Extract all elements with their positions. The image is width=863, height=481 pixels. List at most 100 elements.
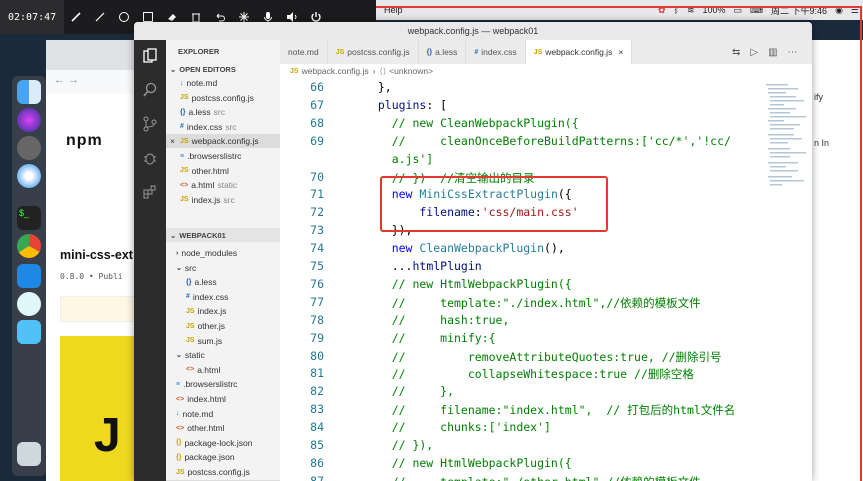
tree-item[interactable]: ⌄ static bbox=[166, 348, 280, 362]
editor-tab[interactable]: JS postcss.config.js bbox=[328, 40, 419, 64]
pen-icon[interactable] bbox=[65, 6, 87, 28]
code-line[interactable]: // chunks:['index'] bbox=[364, 420, 551, 434]
code-line[interactable]: // }, bbox=[364, 384, 454, 398]
menubar-clock[interactable]: 周二 下午9:46 bbox=[771, 4, 827, 17]
tree-item[interactable]: JS postcss.config.js bbox=[166, 465, 280, 479]
chrome-icon[interactable] bbox=[17, 234, 41, 258]
code-token: // minify:{ bbox=[364, 330, 496, 345]
open-editor-item[interactable]: JS postcss.config.js bbox=[166, 91, 280, 105]
code-line[interactable]: // new CleanWebpackPlugin({ bbox=[364, 116, 579, 130]
search-icon[interactable] bbox=[140, 80, 160, 100]
bluetooth-icon[interactable]: ᛒ bbox=[674, 5, 679, 15]
tree-item[interactable]: ≡ .browserslistrc bbox=[166, 377, 280, 391]
open-editors-header[interactable]: ⌄ OPEN EDITORS bbox=[166, 62, 280, 76]
code-line[interactable]: new CleanWebpackPlugin(), bbox=[364, 241, 565, 255]
source-control-icon[interactable] bbox=[140, 114, 160, 134]
open-editor-item[interactable]: JS index.js src bbox=[166, 193, 280, 207]
split-editor-icon[interactable]: ▥ bbox=[768, 47, 777, 58]
code-line[interactable]: // }), bbox=[364, 438, 434, 452]
help-menu[interactable]: Help bbox=[384, 5, 403, 15]
wifi-icon[interactable]: ≋ bbox=[687, 5, 695, 16]
tree-item[interactable]: {} package.json bbox=[166, 450, 280, 464]
tree-item[interactable]: JS other.js bbox=[166, 319, 280, 333]
siri-icon[interactable]: ◉ bbox=[835, 5, 843, 16]
code-line[interactable]: // hash:true, bbox=[364, 313, 510, 327]
launchpad-icon[interactable] bbox=[17, 136, 41, 160]
open-editor-item[interactable]: ↓ note.md bbox=[166, 76, 280, 90]
code-line[interactable]: // template:"./other.html",//依赖的模板文件 bbox=[364, 474, 701, 481]
code-token: (), bbox=[544, 241, 565, 256]
code-line[interactable]: // filename:"index.html", // 打包后的html文件名 bbox=[364, 402, 736, 418]
extensions-icon[interactable] bbox=[140, 182, 160, 202]
tree-item[interactable]: <> other.html bbox=[166, 421, 280, 435]
open-editor-item[interactable]: JS other.html bbox=[166, 164, 280, 178]
open-editor-label: index.js bbox=[191, 194, 221, 205]
code-line[interactable]: // new HtmlWebpackPlugin({ bbox=[364, 277, 572, 291]
debug-icon[interactable] bbox=[140, 148, 160, 168]
editor-tab[interactable]: # index.css bbox=[466, 40, 526, 64]
input-method-icon[interactable]: ⌨ bbox=[750, 5, 763, 16]
sign-in-link[interactable]: n In bbox=[814, 138, 829, 148]
code-line[interactable]: // template:"./index.html",//依赖的模板文件 bbox=[364, 295, 701, 311]
vscode-icon[interactable] bbox=[17, 264, 41, 288]
tree-item[interactable]: JS sum.js bbox=[166, 334, 280, 348]
status-icon[interactable]: ✿ bbox=[658, 5, 666, 16]
code-line[interactable]: // minify:{ bbox=[364, 331, 496, 345]
trash-app-icon[interactable] bbox=[17, 442, 41, 466]
finder-icon[interactable] bbox=[17, 80, 41, 104]
editor-tab[interactable]: JS webpack.config.js × bbox=[525, 40, 633, 64]
code-editor[interactable]: 66 }, 67 plugins: [68 // new CleanWebpack… bbox=[280, 78, 812, 481]
tree-item[interactable]: {} a.less bbox=[166, 275, 280, 289]
breadcrumb-file[interactable]: webpack.config.js bbox=[302, 66, 369, 76]
open-editor-item[interactable]: # index.css src bbox=[166, 120, 280, 134]
breadcrumb-symbol[interactable]: <unknown> bbox=[389, 66, 433, 76]
code-line[interactable]: }, bbox=[364, 80, 392, 94]
open-editor-item[interactable]: <> a.html static bbox=[166, 178, 280, 192]
siri-app-icon[interactable] bbox=[17, 108, 41, 132]
js-file-icon: JS bbox=[180, 94, 189, 102]
npm-logo: npm bbox=[66, 132, 103, 149]
app-icon[interactable] bbox=[17, 292, 41, 316]
open-editor-item[interactable]: × JS webpack.config.js bbox=[166, 134, 280, 149]
tree-item[interactable]: {} package-lock.json bbox=[166, 436, 280, 450]
close-icon[interactable]: × bbox=[170, 136, 175, 146]
js-file-icon: JS bbox=[180, 196, 189, 204]
tree-item[interactable]: ↓ note.md bbox=[166, 407, 280, 421]
code-line[interactable]: // removeAttributeQuotes:true, //删除引号 bbox=[364, 349, 722, 365]
code-line[interactable]: a.js'] bbox=[364, 152, 434, 166]
tree-item[interactable]: <> index.html bbox=[166, 392, 280, 406]
code-line[interactable]: plugins: [ bbox=[364, 98, 447, 112]
css-file-icon: # bbox=[180, 123, 184, 131]
project-header[interactable]: ⌄ WEBPACK01 bbox=[166, 228, 280, 242]
code-line[interactable]: ...htmlPlugin bbox=[364, 259, 482, 273]
tree-item[interactable]: › node_modules bbox=[166, 246, 280, 260]
tree-item[interactable]: # index.css bbox=[166, 290, 280, 304]
explorer-icon[interactable] bbox=[140, 46, 160, 66]
video-app-icon[interactable] bbox=[17, 320, 41, 344]
browser-nav-arrows[interactable]: ← → bbox=[46, 70, 143, 94]
code-line[interactable]: // new HtmlWebpackPlugin({ bbox=[364, 456, 572, 470]
close-tab-icon[interactable]: × bbox=[618, 47, 623, 57]
terminal-icon[interactable]: $_ bbox=[17, 206, 41, 230]
more-actions-icon[interactable]: ⋯ bbox=[788, 47, 798, 58]
tree-item[interactable]: JS index.js bbox=[166, 304, 280, 318]
circle-icon[interactable] bbox=[113, 6, 135, 28]
open-editor-item[interactable]: {} a.less src bbox=[166, 105, 280, 119]
code-line[interactable]: // collapseWhitespace:true //删除空格 bbox=[364, 366, 694, 382]
code-token: : [ bbox=[426, 97, 448, 112]
open-editor-item[interactable]: ≡ .browserslistrc bbox=[166, 149, 280, 163]
minimap[interactable] bbox=[764, 82, 810, 192]
split-compare-icon[interactable]: ⇆ bbox=[732, 47, 740, 58]
editor-tab[interactable]: note.md bbox=[280, 40, 328, 64]
safari-icon[interactable] bbox=[17, 164, 41, 188]
code-line[interactable]: // cleanOnceBeforeBuildPatterns:['cc/*',… bbox=[364, 134, 731, 148]
tree-item-label: node_modules bbox=[181, 248, 238, 258]
battery-icon[interactable]: ▭ bbox=[734, 5, 743, 16]
notification-center-icon[interactable]: ☰ bbox=[851, 5, 859, 16]
run-icon[interactable]: ▷ bbox=[750, 47, 758, 58]
tree-item-label: index.css bbox=[192, 291, 229, 302]
line-icon[interactable] bbox=[89, 6, 111, 28]
tree-item[interactable]: ⌄ src bbox=[166, 261, 280, 275]
tree-item[interactable]: <> a.html bbox=[166, 363, 280, 377]
editor-tab[interactable]: {} a.less bbox=[419, 40, 467, 64]
